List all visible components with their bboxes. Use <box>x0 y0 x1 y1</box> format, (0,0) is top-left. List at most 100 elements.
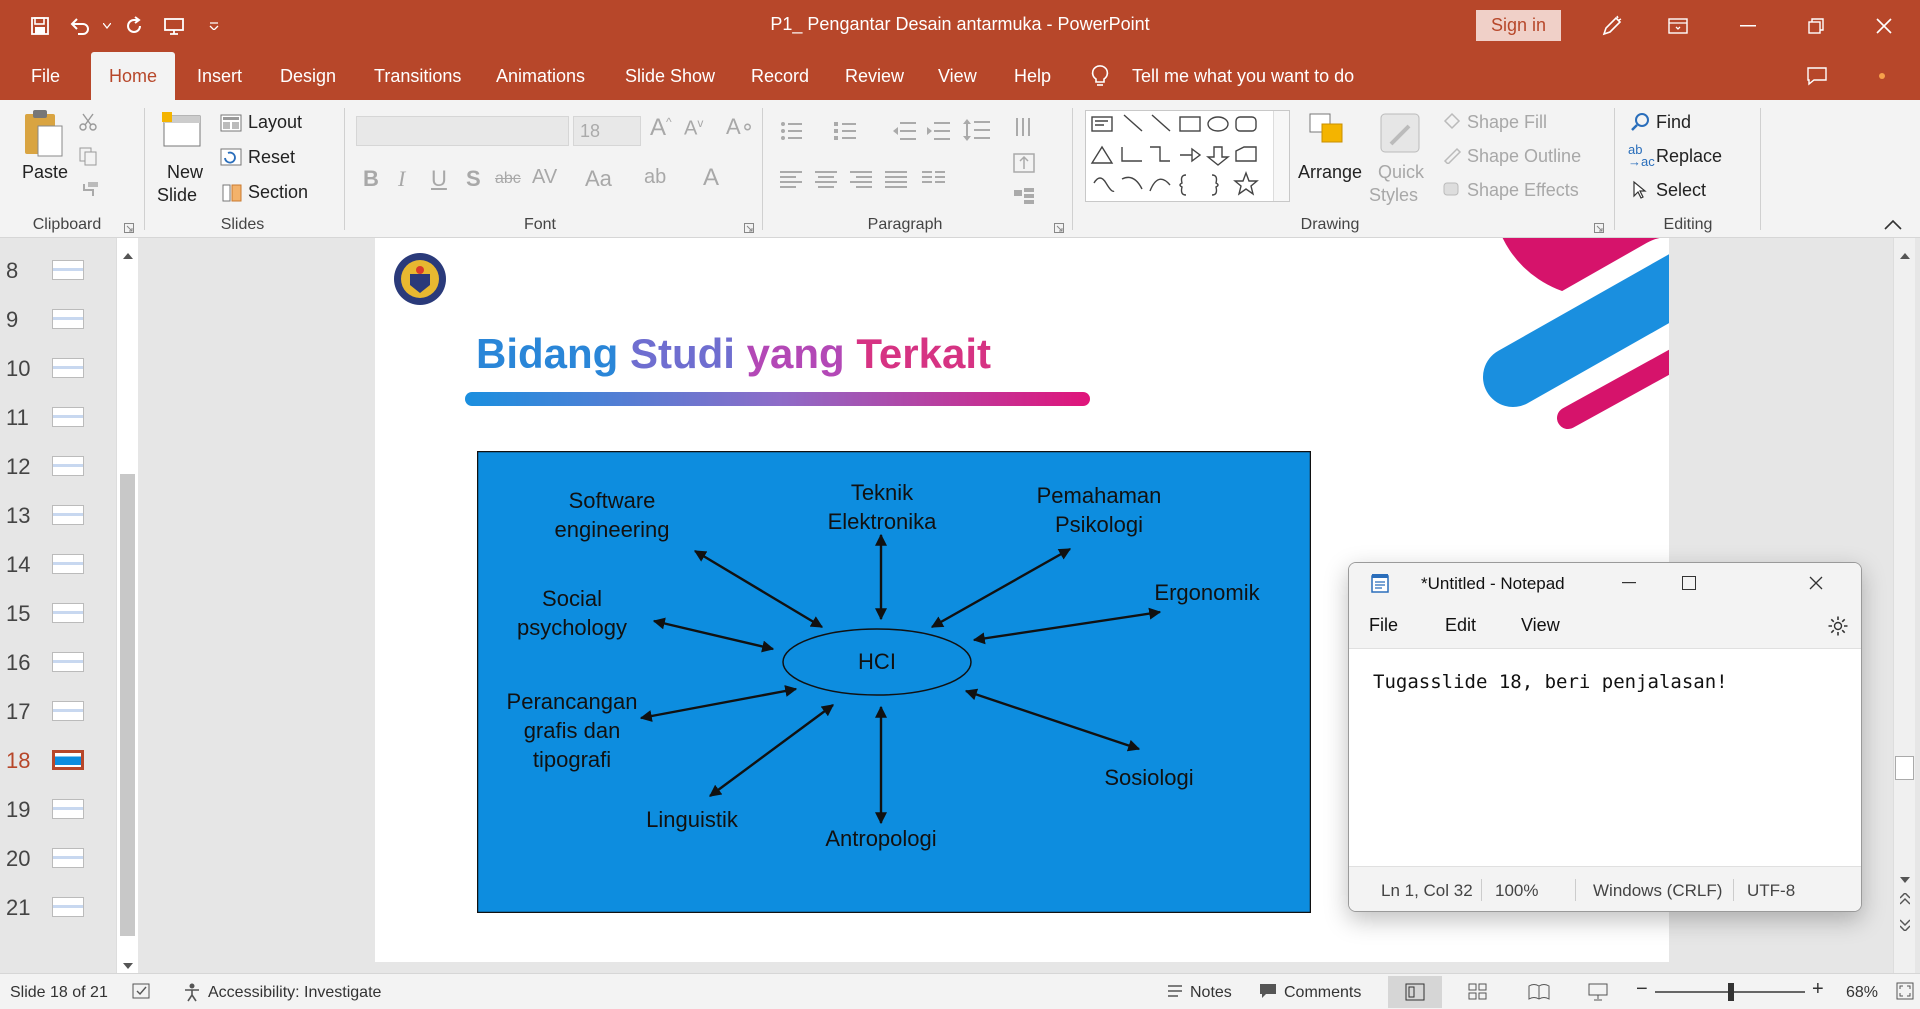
notepad-text-area[interactable]: Tugasslide 18, beri penjalasan! <box>1349 649 1861 866</box>
section-icon[interactable] <box>222 184 242 207</box>
tab-help[interactable]: Help <box>1014 52 1051 100</box>
reset-icon[interactable] <box>220 148 242 171</box>
quick-styles-label-2[interactable]: Styles <box>1369 185 1418 206</box>
slide-thumbnail-image[interactable] <box>52 456 84 476</box>
tab-view[interactable]: View <box>938 52 977 100</box>
paste-button[interactable]: Paste <box>22 162 68 183</box>
new-slide-icon[interactable] <box>160 110 204 150</box>
slide-thumbnail[interactable]: 10 <box>0 350 120 390</box>
reading-view-icon[interactable] <box>1528 983 1550 1006</box>
notes-icon[interactable] <box>1166 982 1184 1005</box>
tab-home[interactable]: Home <box>91 52 176 100</box>
align-center-icon[interactable] <box>815 170 839 193</box>
slide-thumbnail[interactable]: 21 <box>0 889 120 929</box>
paragraph-launcher-icon[interactable] <box>1054 220 1064 238</box>
slide-thumbnail-image[interactable] <box>52 897 84 917</box>
quick-styles-label-1[interactable]: Quick <box>1378 162 1424 183</box>
zoom-slider-thumb[interactable] <box>1728 983 1734 1001</box>
slide-thumbnail[interactable]: 18 <box>0 742 120 782</box>
close-icon[interactable] <box>1856 0 1912 52</box>
notepad-title-bar[interactable]: *Untitled - Notepad <box>1349 563 1861 603</box>
font-size-combo[interactable]: 18 <box>573 116 641 146</box>
zoom-out-icon[interactable]: − <box>1636 978 1648 1001</box>
next-slide-icon[interactable] <box>1894 918 1915 936</box>
accessibility-icon[interactable] <box>182 982 202 1007</box>
slide-thumbnail-image[interactable] <box>52 603 84 623</box>
thumbnails-scroll-thumb[interactable] <box>120 474 135 936</box>
shape-outline-button[interactable]: Shape Outline <box>1467 146 1581 167</box>
bullets-icon[interactable] <box>780 120 810 147</box>
undo-icon[interactable] <box>60 6 100 46</box>
align-text-icon[interactable] <box>1012 152 1038 179</box>
editor-scroll-up-icon[interactable] <box>1894 246 1915 264</box>
slide-thumbnail[interactable]: 20 <box>0 840 120 880</box>
slide-thumbnail[interactable]: 16 <box>0 644 120 684</box>
justify-icon[interactable] <box>885 170 909 193</box>
find-icon[interactable] <box>1630 112 1650 137</box>
underline-icon[interactable]: U <box>431 166 447 192</box>
zoom-slider[interactable] <box>1655 983 1805 1001</box>
new-slide-label-2[interactable]: Slide <box>157 185 197 206</box>
layout-button[interactable]: Layout <box>248 112 302 133</box>
slide-thumbnail-image[interactable] <box>52 848 84 868</box>
paste-icon[interactable] <box>22 106 66 160</box>
slide-thumbnail-image[interactable] <box>52 799 84 819</box>
tab-slide-show[interactable]: Slide Show <box>625 52 715 100</box>
save-icon[interactable] <box>20 6 60 46</box>
tab-file[interactable]: File <box>31 52 60 100</box>
shape-effects-icon[interactable] <box>1442 180 1464 203</box>
editor-scroll-thumb[interactable] <box>1895 756 1914 780</box>
copy-icon[interactable] <box>78 146 100 171</box>
comments-button[interactable]: Comments <box>1284 984 1361 1002</box>
font-launcher-icon[interactable] <box>744 220 754 238</box>
tab-record[interactable]: Record <box>751 52 809 100</box>
text-direction-icon[interactable] <box>1012 116 1038 145</box>
editor-scrollbar[interactable] <box>1893 238 1915 973</box>
reset-button[interactable]: Reset <box>248 147 295 168</box>
present-icon[interactable] <box>154 6 194 46</box>
tab-transitions[interactable]: Transitions <box>374 52 461 100</box>
notepad-text[interactable]: Tugasslide 18, beri penjalasan! <box>1373 671 1728 693</box>
tab-animations[interactable]: Animations <box>496 52 585 100</box>
undo-dropdown-icon[interactable] <box>100 6 114 46</box>
fit-slide-icon[interactable] <box>1896 982 1914 1005</box>
slide-thumbnail-image[interactable] <box>52 554 84 574</box>
clipboard-launcher-icon[interactable] <box>124 220 134 238</box>
strikethrough-icon[interactable]: abc <box>495 170 521 188</box>
pen-icon[interactable] <box>1584 0 1640 52</box>
slide-thumbnail[interactable]: 17 <box>0 693 120 733</box>
slide-thumbnail-image[interactable] <box>52 652 84 672</box>
notepad-close-icon[interactable] <box>1769 563 1861 603</box>
align-left-icon[interactable] <box>780 170 804 193</box>
shadow-icon[interactable]: S <box>466 166 481 192</box>
decrease-indent-icon[interactable] <box>892 120 916 147</box>
notepad-menu-edit[interactable]: Edit <box>1445 615 1476 636</box>
shape-fill-icon[interactable] <box>1442 112 1462 135</box>
notepad-window[interactable]: *Untitled - Notepad File Edit View Tugas… <box>1348 562 1862 912</box>
character-spacing-icon[interactable]: AV <box>532 166 557 189</box>
new-slide-label-1[interactable]: New <box>167 162 203 183</box>
line-spacing-icon[interactable] <box>962 118 992 147</box>
tell-me-search[interactable]: Tell me what you want to do <box>1132 52 1354 100</box>
slide-thumbnail[interactable]: 9 <box>0 301 120 341</box>
spelling-check-icon[interactable] <box>132 982 152 1005</box>
zoom-level[interactable]: 68% <box>1846 984 1878 1002</box>
notification-dot-icon[interactable] <box>1878 52 1886 100</box>
format-painter-icon[interactable] <box>80 180 100 205</box>
collapse-ribbon-icon[interactable] <box>1884 218 1902 236</box>
scroll-up-icon[interactable] <box>117 246 138 259</box>
slide-thumbnail[interactable]: 12 <box>0 448 120 488</box>
slide-thumbnail[interactable]: 19 <box>0 791 120 831</box>
slide-thumbnail[interactable]: 15 <box>0 595 120 635</box>
smartart-icon[interactable] <box>1012 186 1038 213</box>
thumbnails-scrollbar[interactable] <box>116 238 138 973</box>
normal-view-button[interactable] <box>1388 976 1442 1008</box>
font-color-icon[interactable]: A <box>703 164 719 192</box>
slide-show-icon[interactable] <box>1588 983 1608 1006</box>
comments-status-icon[interactable] <box>1258 982 1278 1005</box>
shape-outline-icon[interactable] <box>1442 146 1462 169</box>
tab-design[interactable]: Design <box>280 52 336 100</box>
layout-icon[interactable] <box>220 114 242 137</box>
slide-thumbnail-image[interactable] <box>52 701 84 721</box>
increase-indent-icon[interactable] <box>926 120 950 147</box>
